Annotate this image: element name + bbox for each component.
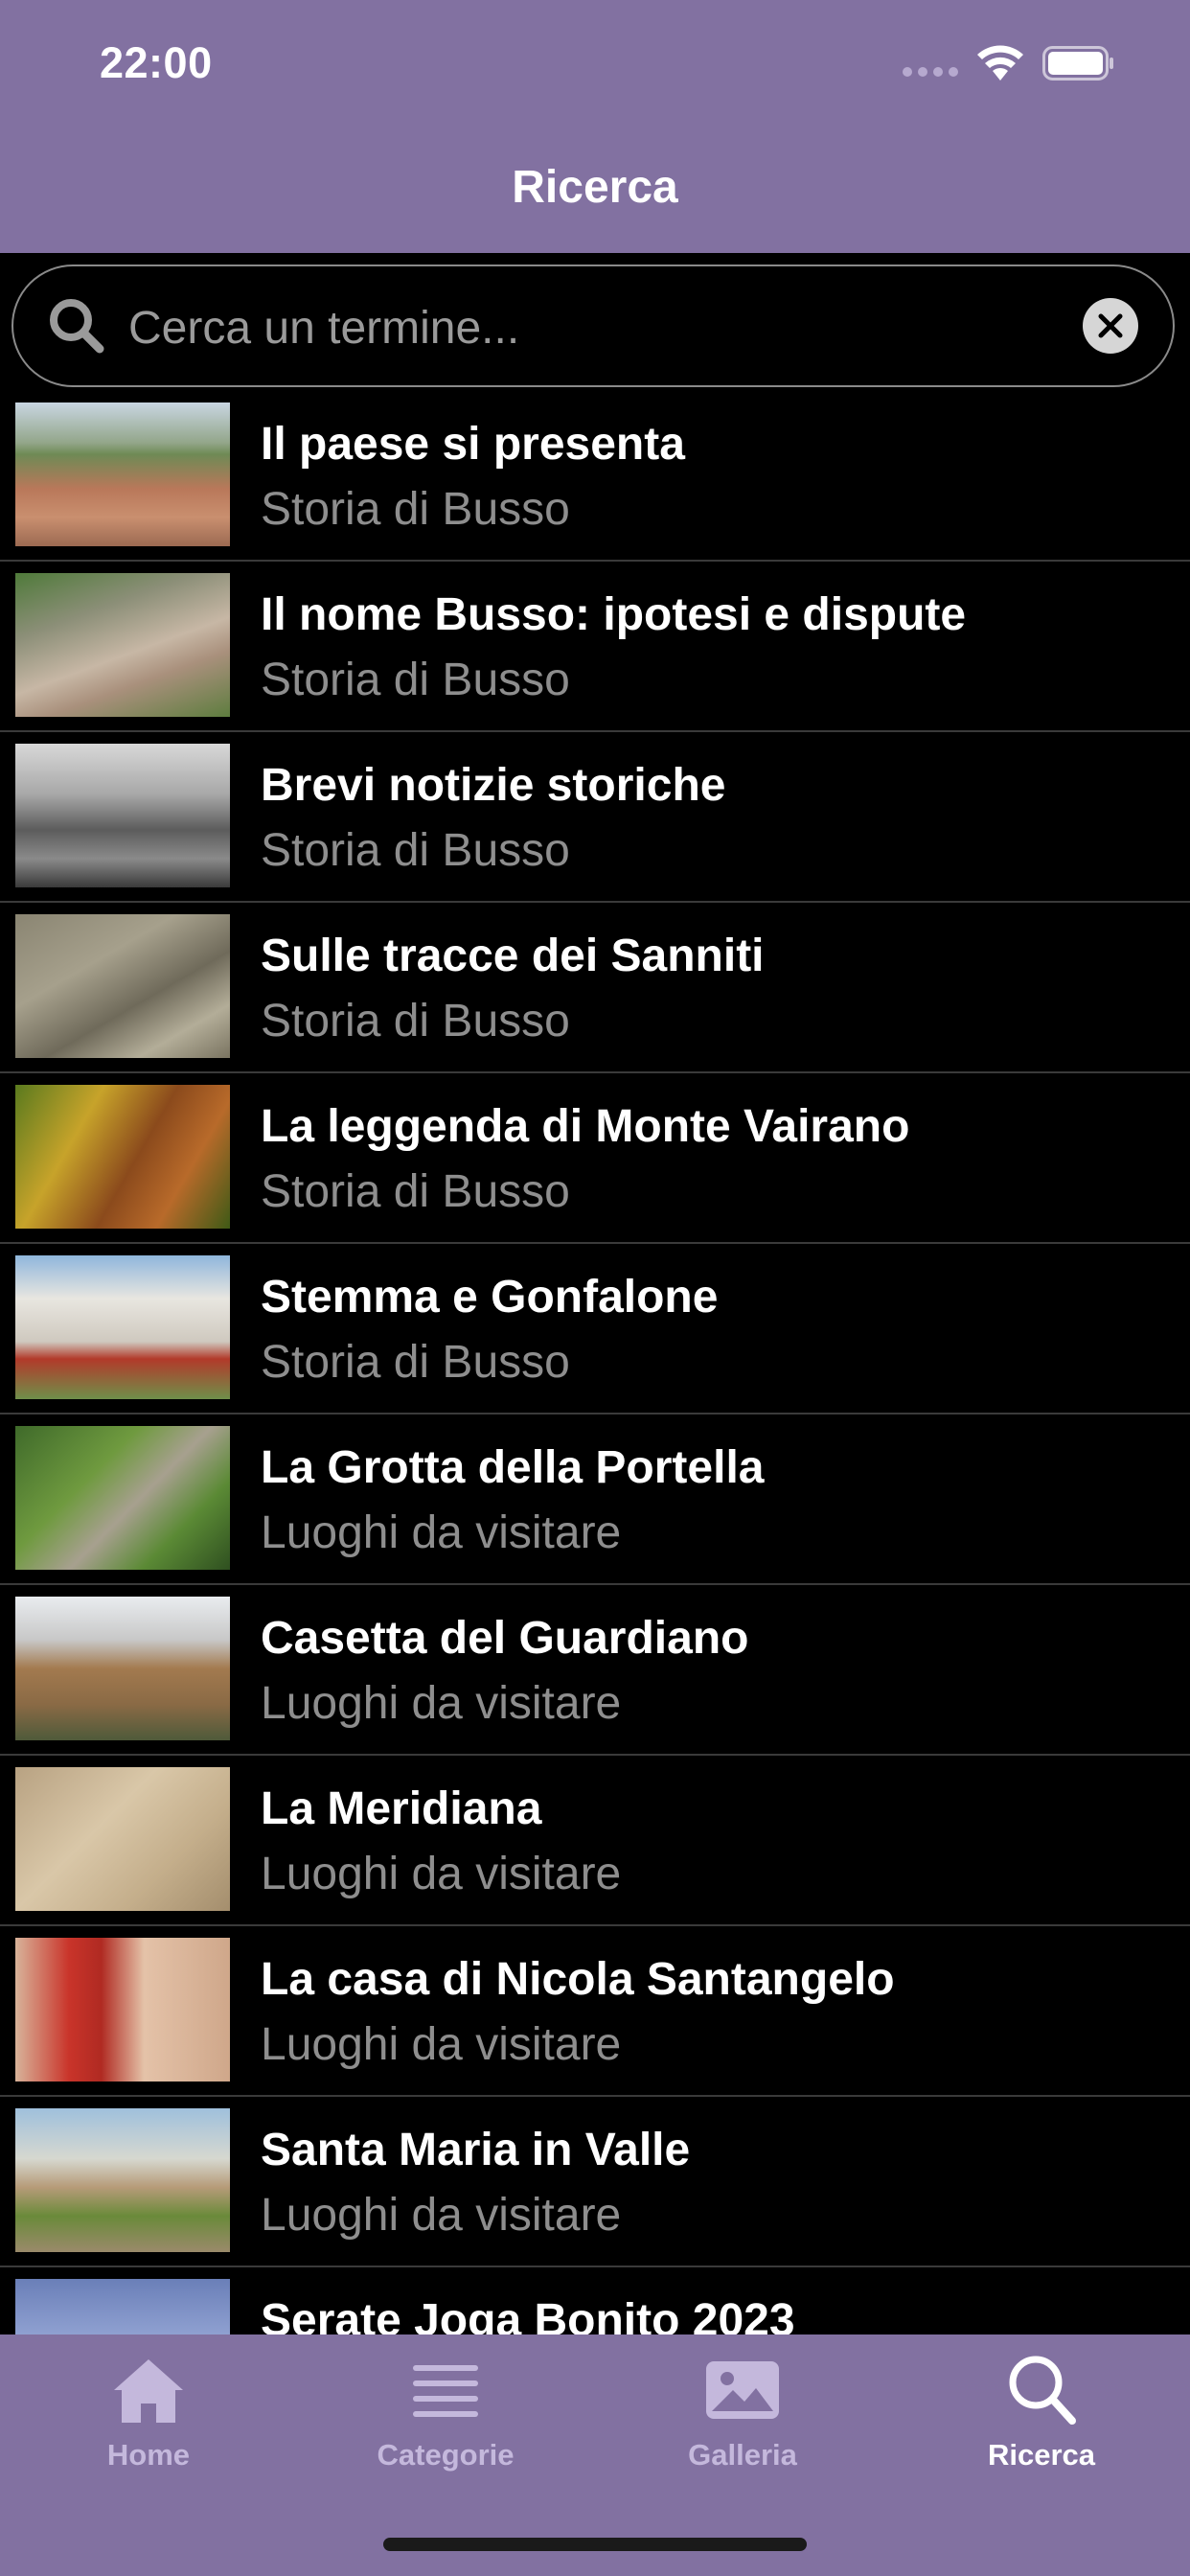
item-category: Luoghi da visitare — [261, 1849, 622, 1899]
clear-search-button[interactable] — [1083, 298, 1138, 354]
item-title: Serate Joga Bonito 2023 — [261, 2295, 795, 2334]
status-time: 22:00 — [100, 38, 213, 87]
list-item[interactable]: La casa di Nicola Santangelo Luoghi da v… — [0, 1926, 1190, 2097]
battery-icon — [1042, 46, 1113, 80]
tab-label: Home — [106, 2438, 191, 2472]
item-title: Brevi notizie storiche — [261, 760, 726, 811]
signal-icon — [903, 67, 958, 80]
header: 22:00 Ricerca — [0, 0, 1190, 253]
thumbnail-image — [15, 1938, 230, 2082]
photo-icon — [706, 2361, 779, 2419]
thumbnail-image — [15, 2279, 230, 2334]
item-title: La leggenda di Monte Vairano — [261, 1101, 910, 1152]
results-list[interactable]: Il paese si presenta Storia di Busso Il … — [0, 391, 1190, 2334]
item-title: Sulle tracce dei Sanniti — [261, 931, 765, 981]
item-category: Storia di Busso — [261, 655, 570, 705]
list-item[interactable]: La Grotta della Portella Luoghi da visit… — [0, 1414, 1190, 1585]
thumbnail-image — [15, 1767, 230, 1911]
item-category: Storia di Busso — [261, 825, 570, 876]
item-title: La casa di Nicola Santangelo — [261, 1954, 895, 2005]
tab-home[interactable]: Home — [0, 2334, 297, 2526]
item-title: Il nome Busso: ipotesi e dispute — [261, 589, 967, 640]
item-title: La Meridiana — [261, 1783, 542, 1834]
search-bar — [11, 264, 1175, 387]
wifi-icon — [977, 45, 1023, 80]
list-icon — [413, 2365, 478, 2417]
house-icon — [114, 2359, 183, 2423]
list-item[interactable]: Brevi notizie storiche Storia di Busso — [0, 732, 1190, 903]
item-category: Luoghi da visitare — [261, 2019, 622, 2070]
item-category: Luoghi da visitare — [261, 1507, 622, 1558]
tab-label: Categorie — [377, 2438, 515, 2472]
page-title: Ricerca — [512, 162, 678, 213]
close-icon — [1098, 313, 1123, 338]
item-title: Santa Maria in Valle — [261, 2125, 691, 2175]
list-item[interactable]: Stemma e Gonfalone Storia di Busso — [0, 1244, 1190, 1414]
thumbnail-image — [15, 1255, 230, 1399]
search-input[interactable] — [126, 289, 1012, 366]
thumbnail-image — [15, 1426, 230, 1570]
item-category: Storia di Busso — [261, 1166, 570, 1217]
list-item[interactable]: Casetta del Guardiano Luoghi da visitare — [0, 1585, 1190, 1756]
search-icon — [50, 299, 104, 354]
list-item[interactable]: Santa Maria in Valle Luoghi da visitare — [0, 2097, 1190, 2267]
tab-label: Galleria — [688, 2438, 797, 2472]
item-title: La Grotta della Portella — [261, 1442, 765, 1493]
item-category: Storia di Busso — [261, 1337, 570, 1388]
status-icons — [903, 42, 1152, 88]
item-category: Luoghi da visitare — [261, 1678, 622, 1729]
item-category: Storia di Busso — [261, 484, 570, 535]
item-title: Stemma e Gonfalone — [261, 1272, 719, 1322]
tab-categorie[interactable]: Categorie — [297, 2334, 594, 2526]
thumbnail-image — [15, 573, 230, 717]
list-item[interactable]: Serate Joga Bonito 2023 — [0, 2267, 1190, 2334]
thumbnail-image — [15, 1597, 230, 1740]
list-item[interactable]: Il nome Busso: ipotesi e dispute Storia … — [0, 562, 1190, 732]
item-title: Il paese si presenta — [261, 419, 685, 470]
thumbnail-image — [15, 914, 230, 1058]
item-category: Storia di Busso — [261, 996, 570, 1046]
tab-galleria[interactable]: Galleria — [594, 2334, 891, 2526]
home-indicator — [383, 2538, 807, 2551]
list-item[interactable]: Sulle tracce dei Sanniti Storia di Busso — [0, 903, 1190, 1073]
list-item[interactable]: La Meridiana Luoghi da visitare — [0, 1756, 1190, 1926]
search-icon — [1009, 2356, 1076, 2425]
thumbnail-image — [15, 2108, 230, 2252]
list-item[interactable]: La leggenda di Monte Vairano Storia di B… — [0, 1073, 1190, 1244]
list-item[interactable]: Il paese si presenta Storia di Busso — [0, 391, 1190, 562]
item-category: Luoghi da visitare — [261, 2190, 622, 2241]
item-title: Casetta del Guardiano — [261, 1613, 749, 1664]
tab-bar: Home Categorie Galleria Ricerca — [0, 2334, 1190, 2576]
thumbnail-image — [15, 744, 230, 887]
tab-ricerca[interactable]: Ricerca — [893, 2334, 1190, 2526]
thumbnail-image — [15, 1085, 230, 1229]
tab-label: Ricerca — [987, 2438, 1096, 2472]
thumbnail-image — [15, 402, 230, 546]
